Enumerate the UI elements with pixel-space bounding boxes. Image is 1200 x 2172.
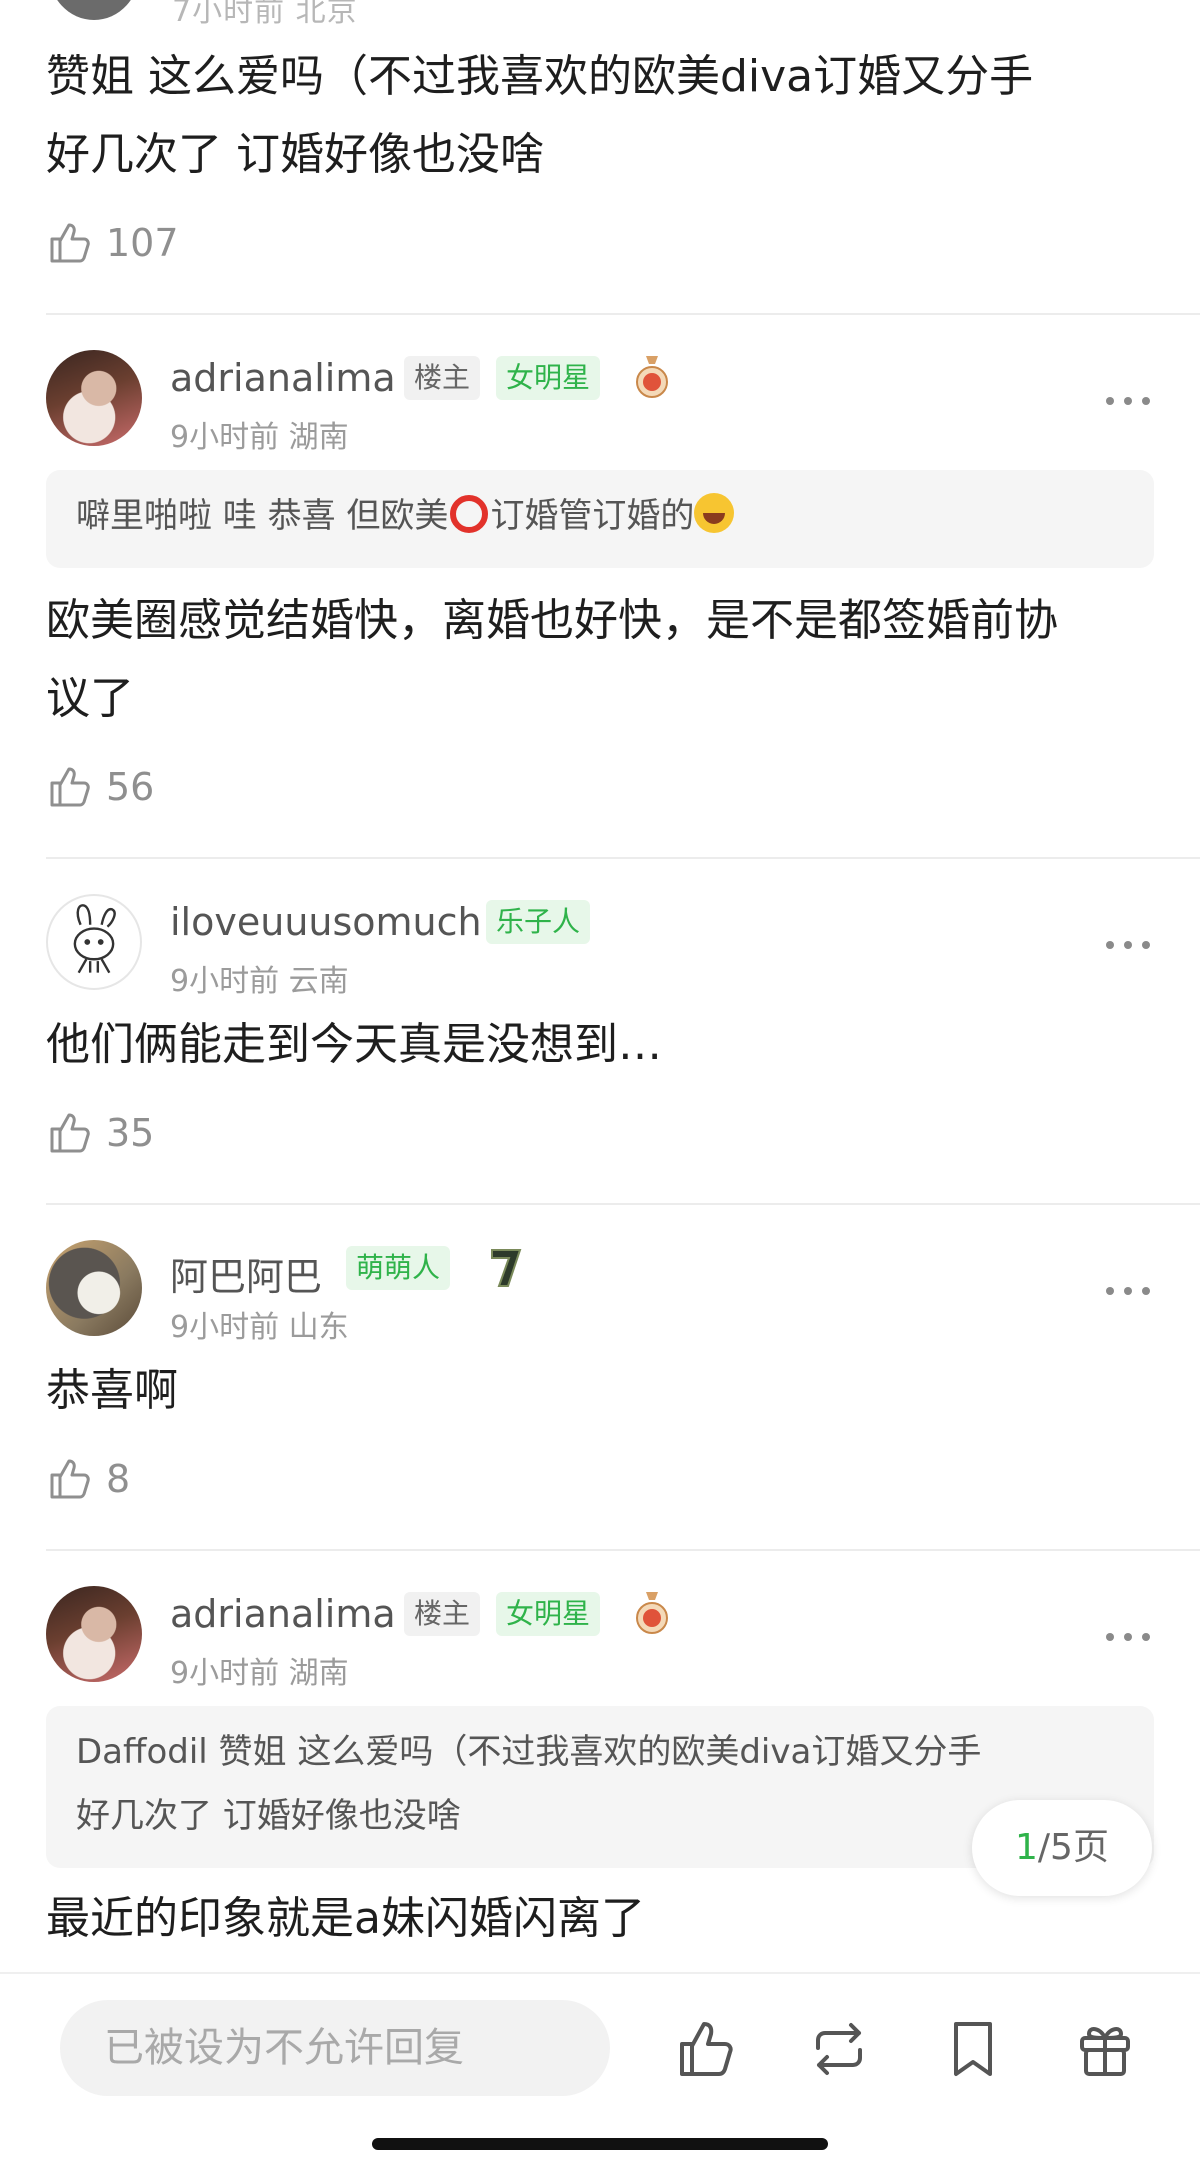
thumbs-up-icon xyxy=(50,1459,90,1499)
username[interactable]: 阿巴阿巴 xyxy=(170,1246,322,1301)
user-tag-badge: 萌萌人 xyxy=(346,1246,451,1290)
more-options-icon[interactable] xyxy=(1106,1284,1152,1298)
comment-text: 最近的印象就是a妹闪婚闪离了 xyxy=(46,1893,645,1944)
divider xyxy=(46,313,1200,315)
more-options-icon[interactable] xyxy=(1106,938,1152,952)
divider xyxy=(46,1549,1200,1551)
username[interactable]: iloveuuusomuch xyxy=(170,900,482,944)
username[interactable]: adrianalima xyxy=(170,356,396,400)
comment-meta: 7小时前 北京 xyxy=(172,0,358,29)
thumbs-up-icon xyxy=(50,1113,90,1153)
divider xyxy=(46,1203,1200,1205)
avatar[interactable] xyxy=(46,1586,142,1682)
comment-meta: 9小时前 湖南 xyxy=(170,420,349,455)
comment-text: 赞姐 这么爱吗（不过我喜欢的欧美diva订婚又分手 好几次了 订婚好像也没啥 xyxy=(46,51,1034,180)
user-tag-badge: 女明星 xyxy=(496,1592,601,1636)
user-tag-badge: 女明星 xyxy=(496,356,601,400)
repost-icon[interactable] xyxy=(808,2018,870,2080)
like-button[interactable]: 35 xyxy=(46,1108,154,1158)
more-options-icon[interactable] xyxy=(1106,394,1152,408)
reply-input[interactable]: 已被设为不允许回复 xyxy=(60,2000,610,2096)
username[interactable]: adrianalima xyxy=(170,1592,396,1636)
bookmark-icon[interactable] xyxy=(942,2018,1004,2080)
comment-meta: 9小时前 山东 xyxy=(170,1310,349,1345)
home-indicator xyxy=(372,2138,828,2150)
bunny-avatar-icon xyxy=(73,904,116,974)
owner-badge: 楼主 xyxy=(404,356,481,400)
red-circle-emoji xyxy=(450,495,489,533)
avatar[interactable] xyxy=(46,894,142,990)
comment-text: 欧美圈感觉结婚快，离婚也好快，是不是都签婚前协 议了 xyxy=(46,595,1058,724)
like-icon[interactable] xyxy=(676,2018,738,2080)
avatar[interactable] xyxy=(48,0,140,20)
comment-text: 他们俩能走到今天真是没想到… xyxy=(46,1019,662,1070)
divider xyxy=(46,857,1200,859)
medal-icon xyxy=(636,356,668,398)
comment-text: 恭喜啊 xyxy=(46,1365,178,1416)
user-tag-badge: 乐子人 xyxy=(486,900,591,944)
gift-icon[interactable] xyxy=(1074,2018,1136,2080)
owner-badge: 楼主 xyxy=(404,1592,481,1636)
avatar[interactable] xyxy=(46,1240,142,1336)
comment-meta: 9小时前 湖南 xyxy=(170,1656,349,1691)
laughing-emoji xyxy=(694,493,735,533)
thumbs-up-icon xyxy=(50,767,90,807)
like-count: 107 xyxy=(106,221,179,265)
like-button[interactable]: 56 xyxy=(46,762,154,812)
medal-icon xyxy=(636,1592,668,1634)
like-button[interactable]: 8 xyxy=(46,1454,130,1504)
like-count: 56 xyxy=(106,765,155,809)
comment-thread-page: 7小时前 北京 赞姐 这么爱吗（不过我喜欢的欧美diva订婚又分手 好几次了 订… xyxy=(0,0,1200,2172)
like-button[interactable]: 107 xyxy=(46,218,179,268)
comment-meta: 9小时前 云南 xyxy=(170,964,349,999)
avatar[interactable] xyxy=(46,350,142,446)
more-options-icon[interactable] xyxy=(1106,1630,1152,1644)
like-count: 8 xyxy=(106,1457,131,1501)
quoted-reply: 噼里啪啦 哇 恭喜 但欧美 订婚管订婚的 xyxy=(46,470,1154,568)
thumbs-up-icon xyxy=(50,223,90,263)
number-seven-badge-icon xyxy=(491,1249,522,1287)
like-count: 35 xyxy=(106,1111,155,1155)
page-indicator[interactable]: 1/5页 xyxy=(972,1800,1152,1896)
